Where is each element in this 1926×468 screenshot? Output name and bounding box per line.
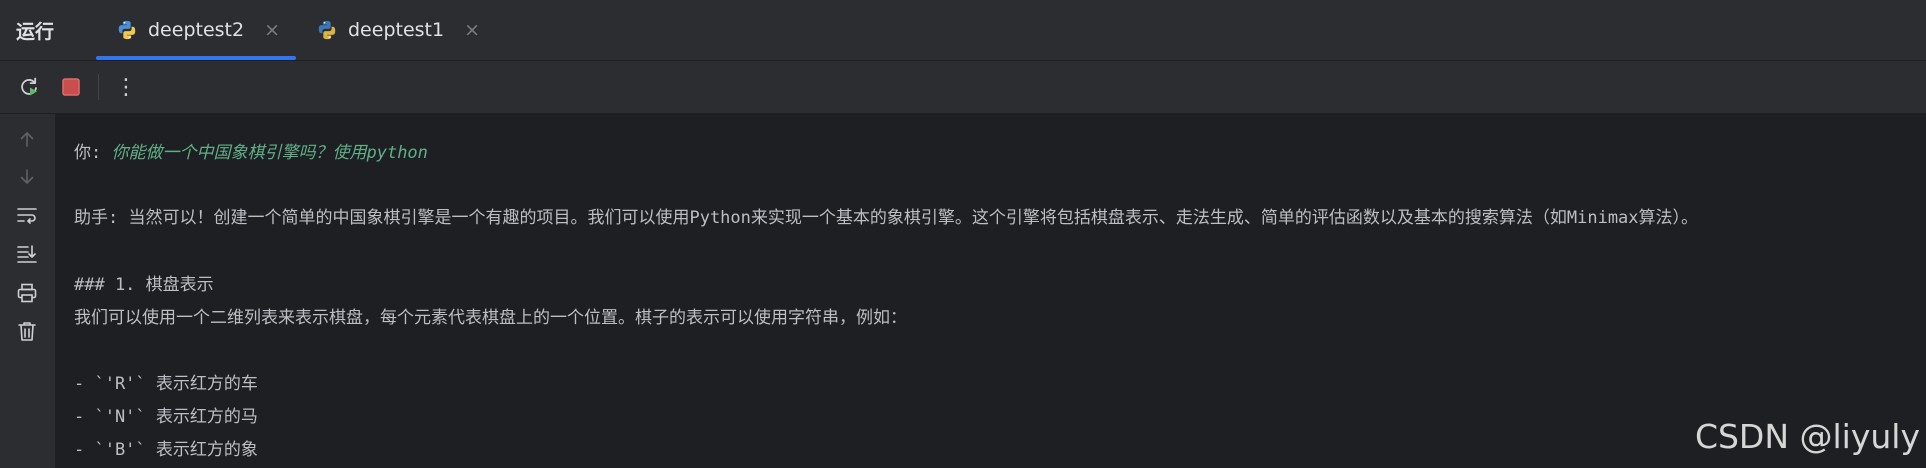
console-output[interactable]: 你: 你能做一个中国象棋引擎吗？使用python 助手: 当然可以！创建一个简单…	[56, 114, 1926, 468]
close-icon[interactable]: ×	[464, 19, 480, 41]
assistant-message: 助手: 当然可以！创建一个简单的中国象棋引擎是一个有趣的项目。我们可以使用Pyt…	[74, 208, 1699, 228]
section-description: 我们可以使用一个二维列表来表示棋盘，每个元素代表棋盘上的一个位置。棋子的表示可以…	[74, 308, 907, 328]
tab-deeptest2[interactable]: deeptest2 ×	[96, 0, 296, 60]
run-tab-bar: 运行 deeptest2 × deeptest1 ×	[0, 0, 1926, 61]
watermark: CSDN @liyuly	[1694, 417, 1920, 456]
list-item: - `'N'` 表示红方的马	[74, 407, 258, 427]
soft-wrap-icon	[17, 208, 37, 224]
close-icon[interactable]: ×	[264, 19, 280, 41]
python-icon	[118, 20, 136, 40]
arrow-up-icon	[20, 132, 34, 147]
run-toolbar: ⋮	[0, 61, 1926, 114]
tab-label: deeptest1	[348, 19, 445, 41]
more-options-button[interactable]: ⋮	[111, 72, 141, 102]
arrow-down-icon	[20, 169, 34, 184]
list-item: - `'R'` 表示红方的车	[74, 374, 258, 394]
scroll-up-button[interactable]	[12, 124, 42, 154]
console-side-toolbar	[0, 114, 56, 468]
user-message: 你: 你能做一个中国象棋引擎吗？使用python	[74, 138, 428, 163]
user-question: 你能做一个中国象棋引擎吗？使用python	[111, 143, 428, 163]
rerun-icon	[21, 77, 37, 96]
more-options-icon: ⋮	[115, 74, 137, 100]
trash-icon	[18, 322, 36, 341]
toolbar-separator	[98, 74, 99, 100]
tab-label: deeptest2	[148, 19, 245, 41]
stop-icon	[62, 78, 80, 96]
print-icon	[17, 283, 37, 303]
scroll-to-end-icon	[17, 245, 37, 263]
tab-deeptest1[interactable]: deeptest1 ×	[296, 0, 496, 60]
scroll-down-button[interactable]	[12, 162, 42, 192]
rerun-button[interactable]	[14, 72, 44, 102]
panel-title: 运行	[16, 20, 55, 43]
print-button[interactable]	[12, 278, 42, 308]
clear-all-button[interactable]	[12, 316, 42, 346]
section-heading: ### 1. 棋盘表示	[74, 275, 214, 295]
python-icon	[318, 20, 336, 40]
soft-wrap-button[interactable]	[12, 200, 42, 230]
user-prefix: 你:	[74, 143, 112, 163]
stop-button[interactable]	[56, 72, 86, 102]
list-item: - `'B'` 表示红方的象	[74, 440, 258, 460]
scroll-to-end-button[interactable]	[12, 239, 42, 269]
run-tool-window: 运行 deeptest2 × deeptest1 × ⋮ 你: 你能做一个中国象…	[0, 0, 1926, 468]
